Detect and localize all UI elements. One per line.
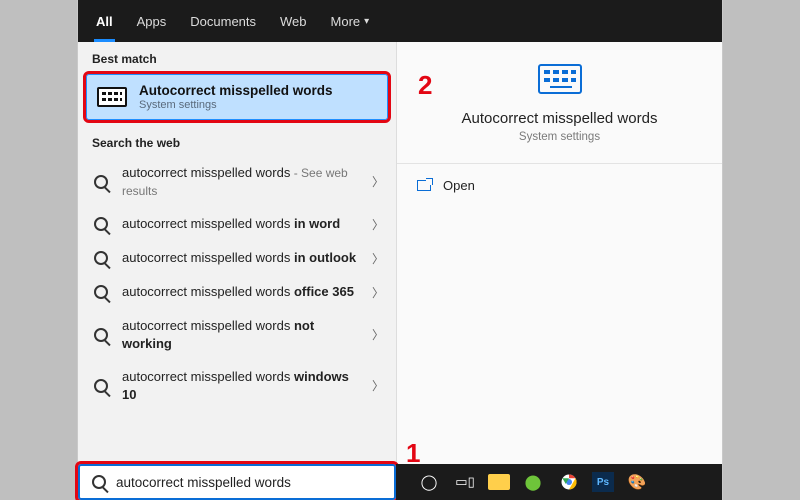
web-result[interactable]: autocorrect misspelled words in word 〉 xyxy=(78,207,396,241)
file-explorer-icon[interactable] xyxy=(488,474,510,490)
chevron-right-icon: 〉 xyxy=(372,250,384,267)
search-input[interactable] xyxy=(116,475,384,490)
open-action[interactable]: Open xyxy=(397,164,495,207)
chevron-right-icon: 〉 xyxy=(372,377,384,394)
tab-all[interactable]: All xyxy=(96,0,113,42)
best-match-result[interactable]: Autocorrect misspelled words System sett… xyxy=(86,74,388,120)
web-result-text: autocorrect misspelled words windows 10 xyxy=(122,368,360,403)
search-icon xyxy=(94,251,108,265)
cortana-icon[interactable]: ◯ xyxy=(416,469,442,495)
search-icon xyxy=(92,475,106,489)
taskbar: ◯ ▭▯ ⬤ Ps 🎨 xyxy=(396,464,722,500)
section-best-match: Best match xyxy=(78,42,396,72)
annotation-2: 2 xyxy=(418,70,432,101)
chevron-right-icon: 〉 xyxy=(372,216,384,233)
best-match-subtitle: System settings xyxy=(139,99,333,111)
annotation-1: 1 xyxy=(406,438,420,469)
detail-subtitle: System settings xyxy=(519,131,600,143)
photoshop-icon[interactable]: Ps xyxy=(592,472,614,492)
search-icon xyxy=(94,328,108,342)
open-icon xyxy=(417,180,431,191)
web-result-text: autocorrect misspelled words in outlook xyxy=(122,249,360,267)
web-result[interactable]: autocorrect misspelled words - See web r… xyxy=(78,156,396,207)
section-search-web: Search the web xyxy=(78,126,396,156)
results-column: Best match Autocorrect misspelled words … xyxy=(78,42,396,464)
detail-title: Autocorrect misspelled words xyxy=(462,110,658,127)
task-view-icon[interactable]: ▭▯ xyxy=(452,469,478,495)
web-result[interactable]: autocorrect misspelled words windows 10 〉 xyxy=(78,360,396,411)
tab-apps[interactable]: Apps xyxy=(137,0,167,42)
web-result-text: autocorrect misspelled words in word xyxy=(122,215,360,233)
web-result[interactable]: autocorrect misspelled words office 365 〉 xyxy=(78,275,396,309)
web-result[interactable]: autocorrect misspelled words in outlook 〉 xyxy=(78,241,396,275)
search-icon xyxy=(94,175,108,189)
tab-documents[interactable]: Documents xyxy=(190,0,256,42)
search-tabs: All Apps Documents Web More ▾ xyxy=(78,0,722,42)
web-result-text: autocorrect misspelled words not working xyxy=(122,317,360,352)
keyboard-icon xyxy=(97,87,127,107)
paint-icon[interactable]: 🎨 xyxy=(624,469,650,495)
keyboard-icon xyxy=(538,64,582,94)
tab-more-label: More xyxy=(331,14,361,29)
web-result[interactable]: autocorrect misspelled words not working… xyxy=(78,309,396,360)
search-box[interactable] xyxy=(78,464,396,500)
web-result-text: autocorrect misspelled words - See web r… xyxy=(122,164,360,199)
web-results-list: autocorrect misspelled words - See web r… xyxy=(78,156,396,464)
chevron-down-icon: ▾ xyxy=(364,16,369,27)
tab-web[interactable]: Web xyxy=(280,0,307,42)
search-icon xyxy=(94,217,108,231)
tab-more[interactable]: More ▾ xyxy=(331,0,370,42)
chevron-right-icon: 〉 xyxy=(372,173,384,190)
bottom-row: ◯ ▭▯ ⬤ Ps 🎨 xyxy=(78,464,722,500)
open-label: Open xyxy=(443,178,475,193)
detail-pane: Autocorrect misspelled words System sett… xyxy=(396,42,722,464)
chevron-right-icon: 〉 xyxy=(372,326,384,343)
app-icon-green[interactable]: ⬤ xyxy=(520,469,546,495)
web-result-text: autocorrect misspelled words office 365 xyxy=(122,283,360,301)
chrome-icon[interactable] xyxy=(556,469,582,495)
chevron-right-icon: 〉 xyxy=(372,284,384,301)
search-panel: All Apps Documents Web More ▾ Best match… xyxy=(78,0,722,500)
search-icon xyxy=(94,379,108,393)
search-icon xyxy=(94,285,108,299)
best-match-title: Autocorrect misspelled words xyxy=(139,83,333,98)
